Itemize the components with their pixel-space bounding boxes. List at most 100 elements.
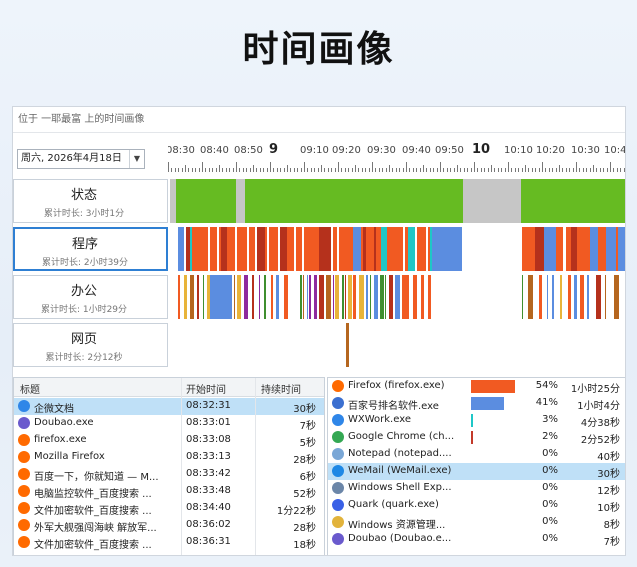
timeline-segment[interactable]: [257, 227, 265, 271]
timeline-segment[interactable]: [606, 227, 616, 271]
timeline-row-web[interactable]: 网页 累计时长: 2分12秒: [13, 323, 168, 367]
timeline-segment[interactable]: [333, 227, 337, 271]
timeline-segment[interactable]: [596, 275, 601, 319]
table-row[interactable]: 企微文档 08:32:31 30秒: [14, 398, 324, 415]
timeline-segment[interactable]: [463, 179, 521, 223]
timeline-segment[interactable]: [346, 323, 349, 367]
program-row[interactable]: Windows 资源管理... 0% 8秒: [328, 514, 625, 531]
timeline-row-status[interactable]: 状态 累计时长: 3小时1分: [13, 179, 168, 223]
timeline-segment[interactable]: [353, 275, 356, 319]
timeline-segment[interactable]: [366, 275, 368, 319]
timeline-segment[interactable]: [574, 275, 577, 319]
table-row[interactable]: Mozilla Firefox 08:33:13 28秒: [14, 449, 324, 466]
timeline-segment[interactable]: [343, 227, 353, 271]
timeline-segment[interactable]: [210, 275, 232, 319]
timeline-segment[interactable]: [264, 275, 266, 319]
timeline-segment[interactable]: [370, 275, 371, 319]
timeline-segment[interactable]: [421, 275, 424, 319]
timeline-segment[interactable]: [287, 227, 294, 271]
program-row[interactable]: Notepad (notepad.... 0% 40秒: [328, 446, 625, 463]
timeline-segment[interactable]: [245, 179, 463, 223]
timeline-segment[interactable]: [184, 275, 187, 319]
timeline-segment[interactable]: [547, 275, 548, 319]
table-row[interactable]: 外军大舰强闯海峡 解放军... 08:36:02 28秒: [14, 517, 324, 534]
timeline-segment[interactable]: [528, 275, 533, 319]
timeline-segment[interactable]: [303, 275, 304, 319]
timeline-segment[interactable]: [176, 179, 236, 223]
program-row[interactable]: Firefox (firefox.exe) 54% 1小时25分: [328, 378, 625, 395]
timeline-segment[interactable]: [307, 275, 308, 319]
timeline-segment[interactable]: [197, 227, 204, 271]
column-header-duration[interactable]: 持续时间: [261, 381, 301, 396]
program-row[interactable]: Quark (quark.exe) 0% 10秒: [328, 497, 625, 514]
timeline-segment[interactable]: [249, 227, 255, 271]
timeline-segment[interactable]: [521, 179, 625, 223]
timeline-segment[interactable]: [210, 227, 217, 271]
timeline-segment[interactable]: [552, 275, 554, 319]
timeline-segment[interactable]: [325, 227, 331, 271]
timeline-segment[interactable]: [204, 227, 208, 271]
table-row[interactable]: 电脑监控软件_百度搜索 ... 08:33:48 52秒: [14, 483, 324, 500]
timeline-segment[interactable]: [577, 227, 588, 271]
timeline-segment[interactable]: [335, 275, 339, 319]
timeline-segment[interactable]: [359, 275, 364, 319]
timeline-segment[interactable]: [342, 275, 344, 319]
timeline-segment[interactable]: [269, 227, 278, 271]
timeline-segment[interactable]: [393, 227, 403, 271]
timeline-segment[interactable]: [300, 275, 302, 319]
table-row[interactable]: Doubao.exe 08:33:01 7秒: [14, 415, 324, 432]
timeline-segment[interactable]: [345, 275, 346, 319]
timeline-segment[interactable]: [203, 275, 204, 319]
timeline-segment[interactable]: [265, 227, 267, 271]
program-row[interactable]: Doubao (Doubao.e... 0% 7秒: [328, 531, 625, 548]
timeline-segment[interactable]: [319, 275, 324, 319]
column-header-title[interactable]: 标题: [20, 381, 40, 396]
timeline-segment[interactable]: [296, 227, 302, 271]
timeline-segment[interactable]: [259, 275, 260, 319]
timeline-segment[interactable]: [197, 275, 199, 319]
chevron-down-icon[interactable]: ▼: [129, 150, 144, 168]
timeline-segment[interactable]: [432, 227, 462, 271]
timeline-segment[interactable]: [252, 275, 254, 319]
timeline-segment[interactable]: [402, 275, 409, 319]
timeline-row-program[interactable]: 程序 累计时长: 2小时39分: [13, 227, 168, 271]
timeline-segment[interactable]: [428, 275, 431, 319]
timeline-segment[interactable]: [234, 275, 235, 319]
timeline-segment[interactable]: [178, 227, 184, 271]
timeline-segment[interactable]: [560, 275, 562, 319]
timeline-segment[interactable]: [413, 275, 417, 319]
timeline-segment[interactable]: [333, 275, 334, 319]
timeline-segment[interactable]: [190, 275, 194, 319]
timeline-segment[interactable]: [417, 227, 426, 271]
timeline-segment[interactable]: [374, 275, 378, 319]
timeline-segment[interactable]: [590, 227, 598, 271]
program-row[interactable]: 百家号排名软件.exe 41% 1小时4分: [328, 395, 625, 412]
timeline-segment[interactable]: [244, 275, 248, 319]
date-picker[interactable]: 周六, 2026年4月18日 ▼: [17, 149, 145, 169]
timeline-segment[interactable]: [236, 179, 245, 223]
timeline-segment[interactable]: [280, 227, 287, 271]
timeline-track[interactable]: [170, 275, 625, 319]
timeline-segment[interactable]: [522, 227, 530, 271]
timeline-segment[interactable]: [535, 227, 544, 271]
timeline-segment[interactable]: [237, 227, 247, 271]
timeline-segment[interactable]: [605, 275, 606, 319]
timeline-segment[interactable]: [314, 275, 317, 319]
timeline-segment[interactable]: [271, 275, 273, 319]
timeline-segment[interactable]: [522, 275, 523, 319]
timeline-track[interactable]: [170, 323, 625, 367]
timeline-segment[interactable]: [587, 275, 589, 319]
timeline-segment[interactable]: [614, 275, 619, 319]
timeline-segment[interactable]: [276, 275, 279, 319]
timeline-segment[interactable]: [284, 275, 288, 319]
timeline-segment[interactable]: [366, 227, 374, 271]
program-usage-table[interactable]: Firefox (firefox.exe) 54% 1小时25分 百家号排名软件.ex…: [327, 377, 625, 555]
timeline-segment[interactable]: [326, 275, 331, 319]
column-header-start[interactable]: 开始时间: [186, 381, 226, 396]
timeline-track[interactable]: [170, 179, 625, 223]
timeline-segment[interactable]: [568, 275, 571, 319]
timeline-segment[interactable]: [385, 275, 386, 319]
window-title-table[interactable]: 标题 开始时间 持续时间 企微文档 08:32:31 30秒 Doubao.exe 08…: [13, 377, 325, 555]
timeline-segment[interactable]: [237, 275, 241, 319]
timeline-segment[interactable]: [550, 227, 556, 271]
